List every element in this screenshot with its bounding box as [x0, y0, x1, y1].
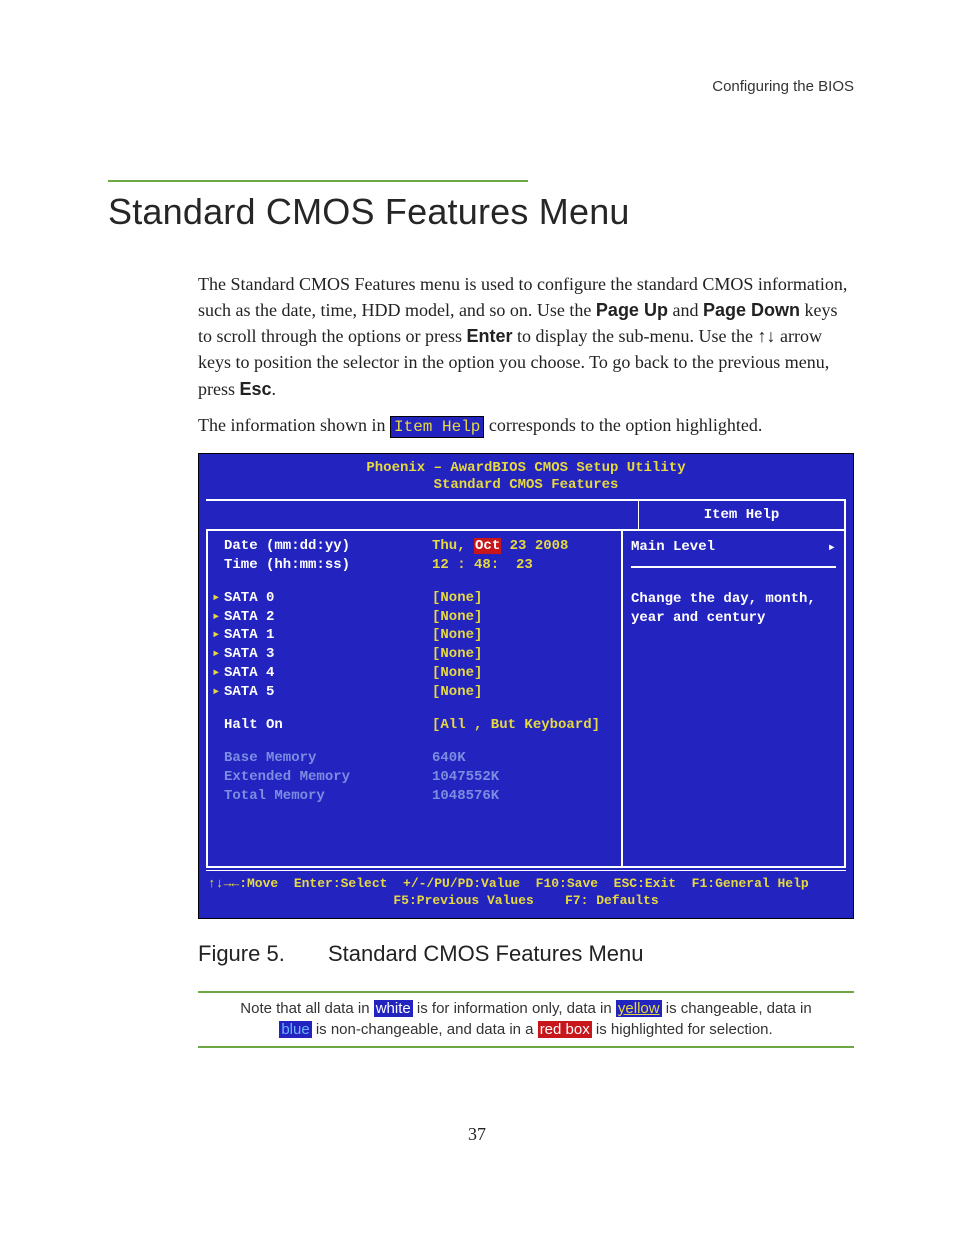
- note-t2: is for information only, data in: [413, 1000, 616, 1017]
- bios-time-row: Time (hh:mm:ss) 12 : 48: 23: [212, 556, 615, 575]
- key-pageup: Page Up: [596, 300, 668, 320]
- bios-left-panel: Date (mm:dd:yy) Thu, Oct 23 2008 Time (h…: [206, 529, 622, 868]
- key-enter: Enter: [466, 326, 512, 346]
- section-title: Standard CMOS Features Menu: [108, 190, 854, 233]
- intro-paragraph-1: The Standard CMOS Features menu is used …: [198, 271, 854, 401]
- figure-number: Figure 5.: [198, 941, 328, 967]
- p1-t6: .: [272, 379, 277, 399]
- bios-sata-row: ▸SATA 5 [None]: [212, 683, 615, 702]
- bios-sata-row: ▸SATA 3 [None]: [212, 645, 615, 664]
- note-yellow-chip: yellow: [616, 1000, 662, 1017]
- bios-right-panel: Main Level ▸ Change the day, month, year…: [622, 529, 846, 868]
- submenu-triangle-icon: ▸: [212, 645, 224, 664]
- p2-t2: corresponds to the option highlighted.: [484, 415, 762, 435]
- bios-sata-label: SATA 5: [224, 684, 274, 700]
- bios-screenshot: Phoenix – AwardBIOS CMOS Setup Utility S…: [198, 453, 854, 919]
- p1-t2: and: [668, 300, 703, 320]
- bios-memory-row: Total Memory 1048576K: [212, 787, 615, 806]
- submenu-triangle-icon: ▸: [212, 664, 224, 683]
- running-header: Configuring the BIOS: [712, 78, 854, 95]
- intro-paragraph-2: The information shown in Item Help corre…: [198, 412, 854, 439]
- bios-mem-value: 640K: [432, 749, 466, 768]
- bios-halt-label: Halt On: [224, 717, 283, 733]
- bios-sata-label: SATA 2: [224, 609, 274, 625]
- bios-sata-label: SATA 0: [224, 590, 274, 606]
- bios-title-line2: Standard CMOS Features: [199, 477, 853, 495]
- bios-mem-label: Total Memory: [224, 788, 325, 804]
- chevron-right-icon: ▸: [828, 539, 836, 556]
- item-help-badge: Item Help: [390, 416, 484, 438]
- figure-caption: Figure 5.Standard CMOS Features Menu: [198, 941, 854, 967]
- bios-footer-line2: F5:Previous Values F7: Defaults: [208, 892, 844, 910]
- bios-footer-line1: ↑↓→←:Move Enter:Select +/-/PU/PD:Value F…: [208, 875, 844, 893]
- bios-date-label: Date (mm:dd:yy): [224, 538, 350, 554]
- bios-halt-row: Halt On [All , But Keyboard]: [212, 716, 615, 735]
- key-esc: Esc: [240, 379, 272, 399]
- bios-header: Phoenix – AwardBIOS CMOS Setup Utility S…: [199, 454, 853, 499]
- bios-sata-row: ▸SATA 4 [None]: [212, 664, 615, 683]
- bios-time-value: 12 : 48: 23: [432, 556, 533, 575]
- bios-item-help-text: Change the day, month, year and century: [631, 590, 836, 628]
- bios-sata-label: SATA 1: [224, 627, 274, 643]
- note-block: Note that all data in white is for infor…: [198, 991, 854, 1049]
- bios-sata-value: [None]: [432, 608, 482, 627]
- bios-time-label: Time (hh:mm:ss): [224, 557, 350, 573]
- page-number: 37: [0, 1124, 954, 1145]
- note-red-chip: red box: [538, 1021, 592, 1038]
- bios-mem-value: 1047552K: [432, 768, 499, 787]
- bios-halt-value: [All , But Keyboard]: [432, 716, 600, 735]
- item-help-header: Item Help: [638, 499, 846, 529]
- key-pagedown: Page Down: [703, 300, 800, 320]
- note-t5: is highlighted for selection.: [592, 1021, 773, 1038]
- note-blue-chip: blue: [279, 1021, 311, 1038]
- note-t3: is changeable, data in: [662, 1000, 812, 1017]
- bios-sata-value: [None]: [432, 645, 482, 664]
- bios-sata-label: SATA 4: [224, 665, 274, 681]
- bios-memory-row: Extended Memory 1047552K: [212, 768, 615, 787]
- bios-date-value: Thu, Oct 23 2008: [432, 537, 568, 556]
- bios-sata-row: ▸SATA 1 [None]: [212, 626, 615, 645]
- submenu-triangle-icon: ▸: [212, 683, 224, 702]
- bios-sata-value: [None]: [432, 626, 482, 645]
- bios-level-row: Main Level ▸: [631, 539, 836, 568]
- bios-sata-label: SATA 3: [224, 646, 274, 662]
- body-text: The Standard CMOS Features menu is used …: [198, 271, 854, 439]
- submenu-triangle-icon: ▸: [212, 626, 224, 645]
- bios-sata-row: ▸SATA 0 [None]: [212, 589, 615, 608]
- bios-mem-label: Extended Memory: [224, 769, 350, 785]
- bios-sata-value: [None]: [432, 664, 482, 683]
- note-t1: Note that all data in: [240, 1000, 373, 1017]
- submenu-triangle-icon: ▸: [212, 589, 224, 608]
- arrow-keys-icon: ↑↓: [757, 326, 775, 346]
- bios-sata-value: [None]: [432, 683, 482, 702]
- bios-mem-label: Base Memory: [224, 750, 316, 766]
- note-white-chip: white: [374, 1000, 413, 1017]
- bios-mem-value: 1048576K: [432, 787, 499, 806]
- p1-t4: to display the sub-menu. Use the: [513, 326, 758, 346]
- submenu-triangle-icon: ▸: [212, 608, 224, 627]
- bios-main-level: Main Level: [631, 539, 715, 555]
- bios-footer: ↑↓→←:Move Enter:Select +/-/PU/PD:Value F…: [206, 870, 846, 912]
- bios-title-line1: Phoenix – AwardBIOS CMOS Setup Utility: [199, 460, 853, 478]
- title-rule: [108, 180, 528, 182]
- note-t4: is non-changeable, and data in a: [312, 1021, 538, 1038]
- figure-title: Standard CMOS Features Menu: [328, 941, 643, 966]
- bios-memory-row: Base Memory 640K: [212, 749, 615, 768]
- p2-t1: The information shown in: [198, 415, 390, 435]
- bios-sata-row: ▸SATA 2 [None]: [212, 608, 615, 627]
- bios-date-selected: Oct: [474, 538, 501, 554]
- bios-date-row: Date (mm:dd:yy) Thu, Oct 23 2008: [212, 537, 615, 556]
- bios-sata-value: [None]: [432, 589, 482, 608]
